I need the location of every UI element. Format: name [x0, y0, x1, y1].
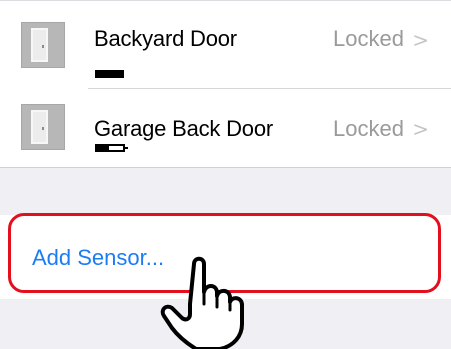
- sensor-row-garage-back-door[interactable]: Garage Back Door Locked >: [0, 85, 451, 169]
- battery-full-icon: [95, 70, 124, 78]
- battery-low-icon: [95, 144, 128, 152]
- sensor-status: Locked: [333, 116, 404, 141]
- sensor-name: Backyard Door: [94, 26, 237, 51]
- sensor-name: Garage Back Door: [94, 116, 273, 141]
- hand-pointer-icon: [160, 256, 244, 349]
- chevron-right-icon: >: [412, 28, 429, 52]
- door-icon: [21, 22, 65, 68]
- door-icon: [21, 104, 65, 150]
- chevron-right-icon: >: [412, 117, 429, 141]
- sensor-list: Backyard Door Locked > Garage Back Door …: [0, 0, 451, 168]
- sensor-status: Locked: [333, 26, 404, 51]
- top-divider: [0, 0, 451, 1]
- sensor-row-backyard-door[interactable]: Backyard Door Locked >: [0, 4, 451, 89]
